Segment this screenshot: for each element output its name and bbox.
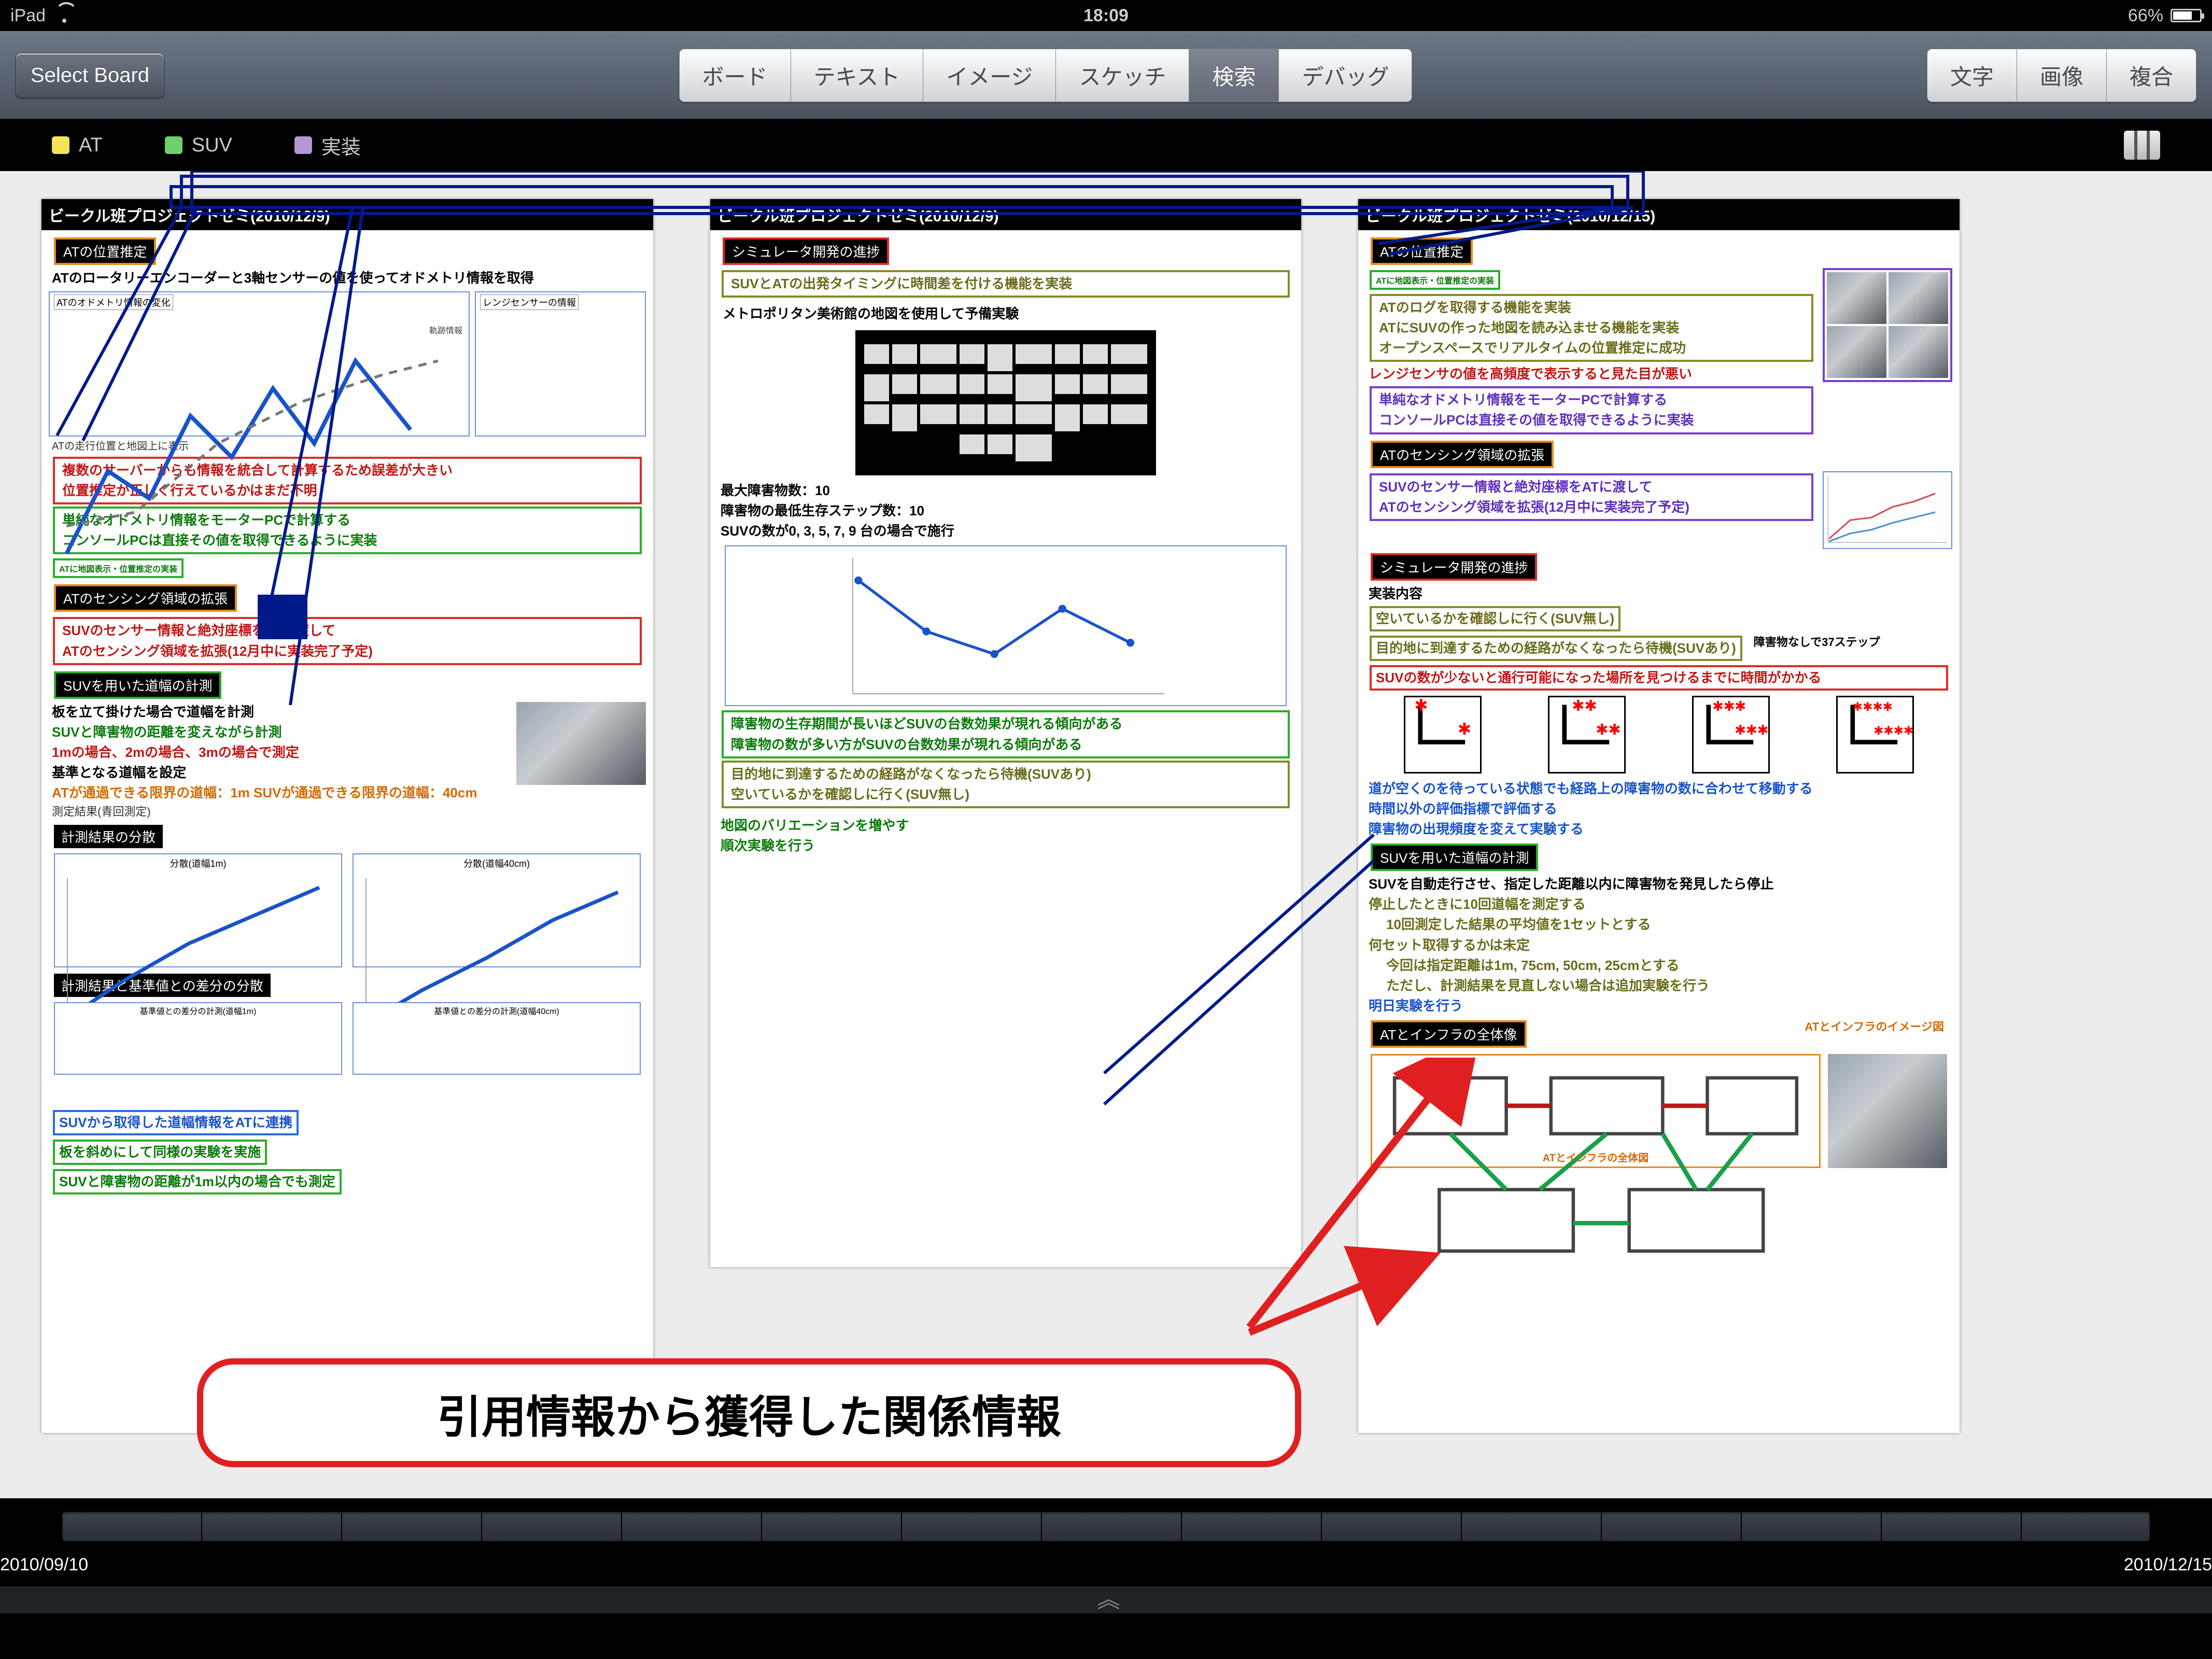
c1-chart5-right: 基準値との差分の計測(道幅40cm) (353, 1002, 641, 1075)
c1-sec4-title: 計測結果の分散 (54, 825, 163, 848)
timeline-start: 2010/09/10 (0, 1555, 88, 1575)
c3-sec4-title: SUVを用いた道幅の計測 (1371, 843, 1538, 871)
c3-l8: 目的地に到達するための経路がなくなったら待機(SUVあり) (1370, 636, 1742, 661)
opt-composite[interactable]: 複合 (2107, 49, 2196, 102)
svg-text:✱✱: ✱✱ (1596, 722, 1621, 738)
svg-text:✱✱✱✱: ✱✱✱✱ (1873, 724, 1912, 737)
tab-board[interactable]: ボード (679, 49, 791, 102)
c2-result-chart (725, 545, 1287, 706)
svg-text:✱: ✱ (1458, 720, 1472, 738)
canvas-stage[interactable]: ビークル班プロジェクトゼミ(2010/12/9) ATの位置推定 ATのロータリ… (0, 171, 2212, 1498)
c1-sec1-title: ATの位置推定 (54, 237, 156, 265)
c3-infra-photo (1828, 1054, 1947, 1168)
legend-row: AT SUV 実装 (0, 119, 2212, 171)
card1-header: ビークル班プロジェクトゼミ(2010/12/9) (41, 199, 653, 230)
c1-sec3-title: SUVを用いた道幅の計測 (54, 671, 221, 699)
legend-suv[interactable]: SUV (165, 134, 232, 157)
c1-photo (516, 702, 646, 785)
battery-pct: 66% (2128, 6, 2163, 26)
callout-arrows (1218, 1058, 1529, 1369)
tab-image[interactable]: イメージ (923, 49, 1056, 102)
c1-red-box2: SUVのセンサー情報と絶対座標をATに渡して ATのセンシング領域を拡張(12月… (53, 617, 642, 665)
c1-tail1: SUVから取得した道幅情報をATに連携 (53, 1110, 299, 1135)
card3-header: ビークル班プロジェクトゼミ(2010/12/15) (1358, 199, 1960, 230)
board-card-2[interactable]: ビークル班プロジェクトゼミ(2010/12/9) シミュレータ開発の進捗 SUV… (710, 199, 1301, 1267)
c1-tail2: 板を斜めにして同様の実験を実施 (53, 1140, 267, 1165)
museum-map (855, 330, 1156, 475)
ios-status-bar: iPad 18:09 66% (0, 0, 2212, 31)
timeline-track[interactable] (62, 1512, 2150, 1541)
c3-photo-grid (1823, 268, 1952, 382)
callout-text: 引用情報から獲得した関係情報 (437, 1381, 1061, 1445)
c3-purple-box2: SUVのセンサー情報と絶対座標をATに渡して ATのセンシング領域を拡張(12月… (1370, 473, 1813, 521)
c1-s1-l1: ATのロータリーエンコーダーと3軸センサーの値を使ってオドメトリ情報を取得 (49, 268, 646, 288)
tab-debug[interactable]: デバッグ (1279, 49, 1412, 102)
main-toolbar: Select Board ボード テキスト イメージ スケッチ 検索 デバッグ … (0, 31, 2212, 119)
c3-small-chart (1823, 471, 1952, 549)
svg-text:✱✱✱: ✱✱✱ (1712, 699, 1746, 714)
status-time: 18:09 (734, 6, 1478, 26)
c3-purple-box: 単純なオドメトリ情報をモーターPCで計算する コンソールPCは直接その値を取得で… (1370, 386, 1813, 434)
tab-search[interactable]: 検索 (1189, 49, 1279, 102)
opt-image[interactable]: 画像 (2017, 49, 2107, 102)
legend-at[interactable]: AT (52, 134, 103, 157)
swatch-green (165, 136, 182, 154)
mode-segmented-control: ボード テキスト イメージ スケッチ 検索 デバッグ (679, 49, 1413, 102)
battery-icon (2171, 9, 2202, 22)
drawer-handle[interactable]: ︽ (0, 1586, 2212, 1613)
c3-sec1-title: ATの位置推定 (1371, 237, 1473, 265)
c1-odometry-chart: ATのオドメトリ情報の変化 軌跡情報 (49, 291, 470, 437)
device-label: iPad (10, 6, 46, 26)
opt-text[interactable]: 文字 (1927, 49, 2017, 102)
select-board-button[interactable]: Select Board (16, 53, 164, 98)
c1-range-chart: レンジセンサーの情報 (475, 291, 646, 437)
c3-g1: ATに地図表示・位置推定の実装 (1370, 270, 1500, 290)
panel-toggle-icon[interactable] (2124, 131, 2160, 160)
c1-sec2-title: ATのセンシング領域の拡張 (54, 584, 237, 612)
right-segmented-control: 文字 画像 複合 (1927, 49, 2196, 102)
c2-green-box: 障害物の生存期間が長いほどSUVの台数効果が現れる傾向がある 障害物の数が多い方… (722, 710, 1290, 758)
c1-tail3: SUVと障害物の距離が1m以内の場合でも測定 (53, 1169, 342, 1194)
relation-callout: 引用情報から獲得した関係情報 (197, 1358, 1301, 1467)
swatch-purple (294, 136, 312, 154)
c3-sec5-title: ATとインフラの全体像 (1371, 1020, 1527, 1048)
c2-olive1: SUVとATの出発タイミングに時間差を付ける機能を実装 (722, 270, 1290, 298)
c3-l7: 空いているかを確認しに行く(SUV無し) (1370, 606, 1621, 631)
svg-text:✱: ✱ (1414, 697, 1428, 714)
c3-r1: SUVの数が少ないと通行可能になった場所を見つけるまでに時間がかかる (1370, 665, 1948, 691)
c3-diagram-row: ✱✱ ✱✱✱✱ ✱✱✱✱✱✱ ✱✱✱✱✱✱✱✱ (1376, 696, 1942, 774)
board-card-1[interactable]: ビークル班プロジェクトゼミ(2010/12/9) ATの位置推定 ATのロータリ… (41, 199, 653, 1433)
c2-sec1-title: シミュレータ開発の進捗 (723, 237, 889, 265)
svg-text:✱✱✱✱: ✱✱✱✱ (1853, 700, 1893, 713)
swatch-yellow (52, 136, 69, 154)
timeline-bar: 2010/09/10 2010/12/15 (0, 1498, 2212, 1586)
tab-text[interactable]: テキスト (791, 49, 924, 102)
wifi-icon (55, 8, 76, 23)
svg-text:✱✱: ✱✱ (1572, 698, 1597, 714)
c2-tail2: 順次実験を行う (717, 836, 1294, 856)
c3-sec3-title: シミュレータ開発の進捗 (1371, 553, 1537, 581)
c3-sec2-title: ATのセンシング領域の拡張 (1371, 441, 1554, 468)
chevron-up-icon: ︽ (1097, 1588, 1115, 1611)
c3-olive1: ATのログを取得する機能を実装 ATにSUVの作った地図を読み込ませる機能を実装… (1370, 294, 1813, 362)
legend-impl[interactable]: 実装 (294, 131, 361, 160)
c2-olive-box2: 目的地に到達するための経路がなくなったら待機(SUVあり) 空いているかを確認し… (722, 761, 1290, 808)
c1-chart-left: 分散(道幅1m) (54, 853, 342, 967)
c2-tail1: 地図のバリエーションを増やす (717, 816, 1294, 836)
c1-chart-right: 分散(道幅40cm) (353, 853, 641, 967)
timeline-end: 2010/12/15 (2124, 1555, 2212, 1575)
tab-sketch[interactable]: スケッチ (1056, 49, 1189, 102)
c2-l2: メトロポリタン美術館の地図を使用して予備実験 (720, 304, 1292, 324)
c3-red1: レンジセンサの値を高頻度で表示すると見た目が悪い (1365, 364, 1817, 384)
card2-header: ビークル班プロジェクトゼミ(2010/12/9) (710, 199, 1301, 230)
c1-chart5-left: 基準値との差分の計測(道幅1m) (54, 1002, 342, 1075)
svg-text:✱✱✱: ✱✱✱ (1735, 723, 1768, 738)
